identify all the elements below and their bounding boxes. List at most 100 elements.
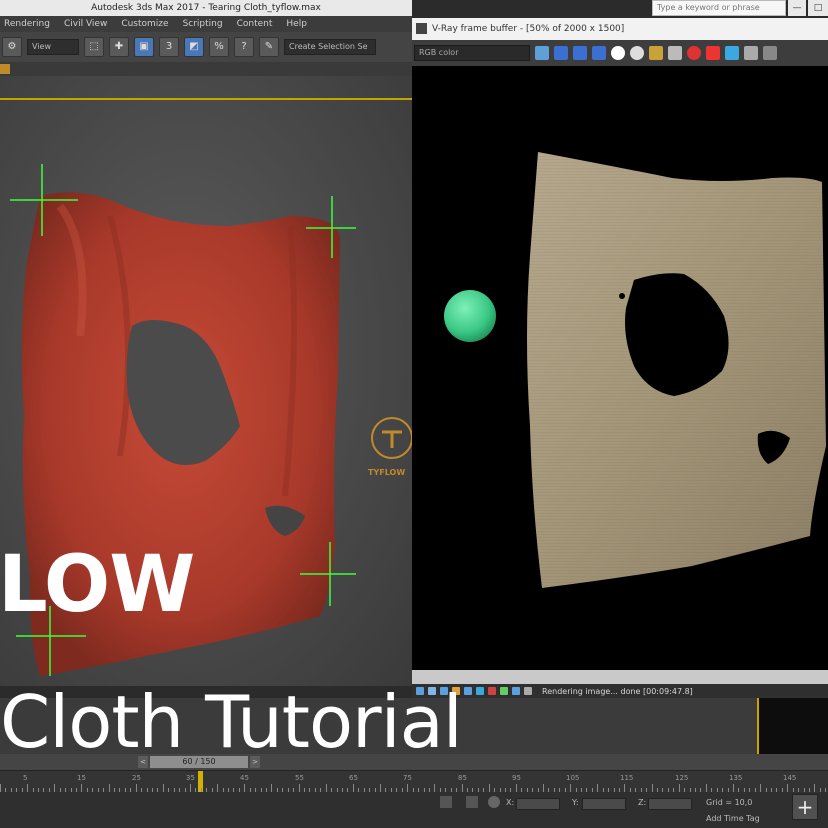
ruler-tick xyxy=(760,784,761,792)
add-time-tag-button[interactable]: Add Time Tag xyxy=(706,814,760,823)
grid-size-text: Grid = 10,0 xyxy=(706,798,753,807)
clear-icon[interactable] xyxy=(687,46,701,60)
absolute-mode-icon[interactable] xyxy=(488,796,500,808)
ruler-tick-label: 95 xyxy=(512,774,521,782)
menu-rendering[interactable]: Rendering xyxy=(4,16,50,32)
ruler-tick xyxy=(54,784,55,792)
menu-help[interactable]: Help xyxy=(286,16,307,32)
vray-logo-icon xyxy=(416,23,427,34)
ruler-tick-label: 55 xyxy=(295,774,304,782)
edit-named-selection-icon[interactable]: ✎ xyxy=(259,37,279,57)
max-ribbon-tabstrip xyxy=(0,62,412,76)
mini-listener[interactable] xyxy=(757,698,828,754)
ribbon-tab-icon[interactable] xyxy=(0,64,10,74)
save-image-icon[interactable] xyxy=(535,46,549,60)
ruler-tick-label: 25 xyxy=(132,774,141,782)
maximize-icon[interactable]: □ xyxy=(808,0,828,16)
pixel-info-icon[interactable] xyxy=(464,687,472,695)
ruler-tick xyxy=(407,784,408,792)
pivot-icon[interactable]: ⬚ xyxy=(84,37,104,57)
vfb-render-canvas[interactable] xyxy=(412,66,828,670)
ruler-tick xyxy=(624,784,625,792)
z-coordinate-field[interactable] xyxy=(648,798,692,810)
spinner-snap-button[interactable]: ? xyxy=(234,37,254,57)
screen-root: Autodesk 3ds Max 2017 - Tearing Cloth_ty… xyxy=(0,0,828,828)
snap-toggle-button[interactable]: 3 xyxy=(159,37,179,57)
ruler-tick xyxy=(163,784,164,792)
vfb-title: V-Ray frame buffer - [50% of 2000 x 1500… xyxy=(432,24,625,34)
track-mouse-icon[interactable] xyxy=(744,46,758,60)
ruler-tick-label: 45 xyxy=(240,774,249,782)
select-move-icon[interactable]: ✚ xyxy=(109,37,129,57)
curve-icon[interactable] xyxy=(476,687,484,695)
ruler-tick xyxy=(814,784,815,792)
levels-icon[interactable] xyxy=(488,687,496,695)
ruler-tick xyxy=(27,784,28,792)
title-overlay-line2: Cloth Tutorial xyxy=(0,680,463,764)
ruler-tick xyxy=(326,784,327,792)
ruler-tick xyxy=(353,784,354,792)
frame-ruler[interactable]: 05152535455565758595105115125135145 xyxy=(0,770,828,793)
status-bar: X: Y: Z: Grid = 10,0 Add Time Tag xyxy=(0,792,828,828)
ruler-tick xyxy=(706,784,707,792)
vfb-channel-select[interactable]: RGB color xyxy=(414,45,530,61)
y-coordinate-field[interactable] xyxy=(582,798,626,810)
save-icon[interactable] xyxy=(649,46,663,60)
color-correct-icon[interactable] xyxy=(500,687,508,695)
green-channel-icon[interactable] xyxy=(573,46,587,60)
angle-snap-icon[interactable]: ◩ xyxy=(184,37,204,57)
ruler-tick xyxy=(190,784,191,792)
menu-civil-view[interactable]: Civil View xyxy=(64,16,107,32)
ruler-tick xyxy=(733,784,734,792)
reference-coordinate-select[interactable]: View xyxy=(27,39,79,55)
duplicate-icon[interactable] xyxy=(668,46,682,60)
ruler-tick xyxy=(679,784,680,792)
x-coordinate-field[interactable] xyxy=(516,798,560,810)
ruler-tick-label: 85 xyxy=(458,774,467,782)
exposure-icon[interactable] xyxy=(512,687,520,695)
lock-selection-icon[interactable] xyxy=(440,796,452,808)
vfb-status-bar: Rendering image... done [00:09:47.8] xyxy=(412,684,828,698)
y-label: Y: xyxy=(572,798,579,807)
mono-icon[interactable] xyxy=(630,46,644,60)
alpha-channel-icon[interactable] xyxy=(611,46,625,60)
percent-snap-button[interactable]: % xyxy=(209,37,229,57)
stop-render-icon[interactable] xyxy=(706,46,720,60)
vfb-toolbar: RGB color xyxy=(412,40,828,66)
vfb-horizontal-scrollbar[interactable] xyxy=(412,670,828,684)
active-viewport-border xyxy=(0,98,412,100)
collider-sphere xyxy=(444,290,496,342)
max-menu-bar: Rendering Civil View Customize Scripting… xyxy=(0,16,412,32)
menu-customize[interactable]: Customize xyxy=(121,16,168,32)
vfb-title-bar: V-Ray frame buffer - [50% of 2000 x 1500… xyxy=(412,18,828,40)
isolate-icon[interactable] xyxy=(466,796,478,808)
title-overlay-line1: LOW xyxy=(0,540,195,630)
vfb-render-status: Rendering image... done [00:09:47.8] xyxy=(542,686,693,696)
link-icon[interactable]: ⚙ xyxy=(2,37,22,57)
red-channel-icon[interactable] xyxy=(554,46,568,60)
menu-content[interactable]: Content xyxy=(237,16,273,32)
minimize-icon[interactable]: — xyxy=(788,0,806,16)
z-label: Z: xyxy=(638,798,647,807)
ruler-tick xyxy=(462,784,463,792)
ruler-tick xyxy=(380,784,381,792)
manipulate-icon[interactable]: ▣ xyxy=(134,37,154,57)
region-render-icon[interactable] xyxy=(725,46,739,60)
ruler-tick-label: 35 xyxy=(186,774,195,782)
named-selection-set-input[interactable]: Create Selection Se xyxy=(284,39,376,55)
zoom-icon[interactable] xyxy=(763,46,777,60)
add-key-button[interactable]: + xyxy=(792,794,818,820)
ruler-tick xyxy=(271,784,272,792)
search-input[interactable]: Type a keyword or phrase xyxy=(652,0,786,16)
tyflow-logo xyxy=(371,417,412,459)
menu-scripting[interactable]: Scripting xyxy=(183,16,223,32)
ruler-tick xyxy=(109,784,110,792)
ruler-tick xyxy=(81,784,82,792)
ruler-tick-label: 135 xyxy=(729,774,743,782)
blue-channel-icon[interactable] xyxy=(592,46,606,60)
ruler-tick-label: 115 xyxy=(620,774,634,782)
ruler-tick-label: 125 xyxy=(675,774,689,782)
ruler-tick xyxy=(570,784,571,792)
srgb-icon[interactable] xyxy=(524,687,532,695)
ruler-tick xyxy=(787,784,788,792)
